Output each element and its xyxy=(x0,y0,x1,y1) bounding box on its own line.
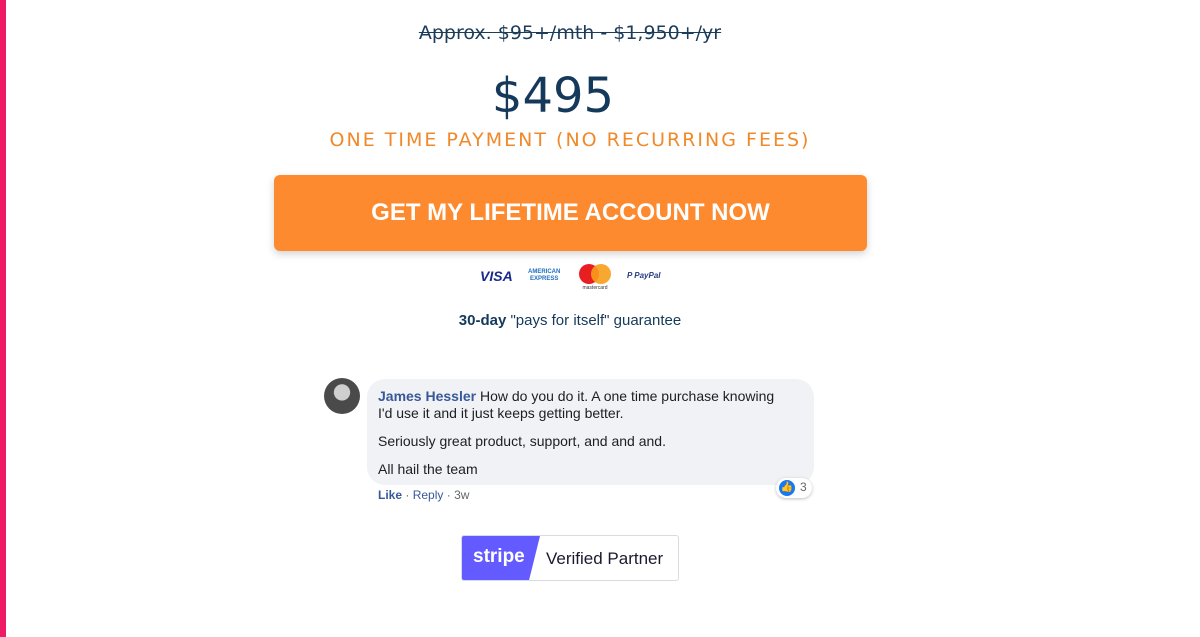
comment-bubble: James Hessler How do you do it. A one ti… xyxy=(367,379,814,485)
like-link[interactable]: Like xyxy=(378,488,402,502)
paypal-logo: P PayPal xyxy=(627,271,661,280)
reaction-number: 3 xyxy=(800,480,807,494)
guarantee-rest: "pays for itself" guarantee xyxy=(506,312,682,329)
comment-line-1: James Hessler How do you do it. A one ti… xyxy=(378,388,774,405)
lifetime-account-button[interactable]: GET MY LIFETIME ACCOUNT NOW xyxy=(274,175,867,251)
comment-line-4: All hail the team xyxy=(378,461,478,477)
amex-logo: AMERICAN EXPRESS xyxy=(528,269,561,282)
price: $495 xyxy=(491,68,615,124)
mastercard-logo: mastercard xyxy=(578,264,612,292)
avatar xyxy=(324,378,360,414)
stripe-logo-text: stripe xyxy=(473,546,525,567)
comment-line-3: Seriously great product, support, and an… xyxy=(378,433,666,449)
comment-time: 3w xyxy=(454,488,470,502)
reply-link[interactable]: Reply xyxy=(413,488,444,502)
reaction-count[interactable]: 👍 3 xyxy=(776,478,812,498)
payment-logos: VISA AMERICAN EXPRESS mastercard P PayPal xyxy=(470,262,670,292)
verified-partner-label: Verified Partner xyxy=(546,549,664,568)
old-price: Approx. $95+/mth - $1,950+/yr xyxy=(418,22,722,44)
comment-text-1: How do you do it. A one time purchase kn… xyxy=(476,388,775,404)
guarantee-text: 30-day "pays for itself" guarantee xyxy=(0,312,1140,329)
comment-author[interactable]: James Hessler xyxy=(378,388,476,404)
price-note: ONE TIME PAYMENT (NO RECURRING FEES) xyxy=(329,129,811,151)
thumbs-up-icon: 👍 xyxy=(779,480,795,496)
stripe-verified-badge: stripe Verified Partner xyxy=(461,535,679,581)
comment-actions: Like · Reply · 3w xyxy=(378,488,470,502)
comment-line-2: I'd use it and it just keeps getting bet… xyxy=(378,405,624,421)
guarantee-days: 30-day xyxy=(458,312,507,329)
visa-logo: VISA xyxy=(480,268,513,284)
